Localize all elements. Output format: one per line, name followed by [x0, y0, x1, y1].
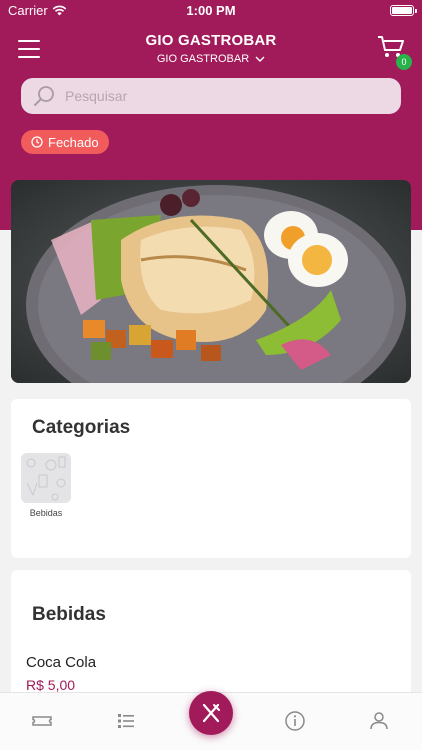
status-time: 1:00 PM — [186, 3, 236, 18]
info-icon — [285, 711, 305, 731]
banner-image[interactable] — [11, 180, 411, 383]
hamburger-icon-line — [18, 56, 40, 58]
search-input[interactable] — [65, 88, 365, 104]
title-wrap: GIO GASTROBAR GIO GASTROBAR — [80, 32, 342, 67]
category-label: Bebidas — [29, 508, 63, 518]
ticket-icon — [32, 716, 52, 726]
cart-button[interactable]: 0 — [376, 34, 412, 70]
store-selector-label: GIO GASTROBAR — [156, 53, 250, 65]
fork-knife-icon — [202, 703, 220, 723]
tab-restaurant[interactable] — [189, 691, 233, 735]
battery-icon — [390, 5, 417, 16]
tab-info[interactable] — [283, 709, 307, 733]
tab-orders[interactable] — [30, 709, 54, 733]
category-thumbnail — [21, 453, 71, 503]
tab-menu[interactable] — [114, 709, 138, 733]
categories-title: Categorias — [32, 417, 131, 438]
product-item[interactable]: Coca Cola R$ 5,00 — [26, 654, 96, 693]
dish-photo — [11, 180, 411, 383]
section-title: Bebidas — [32, 604, 106, 625]
hamburger-icon-line — [18, 48, 40, 50]
store-selector[interactable]: GIO GASTROBAR — [157, 53, 265, 65]
user-icon — [370, 712, 388, 730]
status-bar: Carrier 1:00 PM — [0, 0, 422, 22]
drinks-pattern-icon — [21, 453, 71, 503]
hamburger-icon-line — [18, 40, 40, 42]
menu-button[interactable] — [18, 40, 40, 58]
categories-card: Categorias Bebidas — [11, 399, 411, 558]
page-title: GIO GASTROBAR — [145, 32, 277, 49]
store-status-badge: Fechado — [21, 130, 109, 154]
store-status-label: Fechado — [48, 134, 99, 150]
search-bar[interactable] — [21, 78, 401, 114]
top-bar: GIO GASTROBAR GIO GASTROBAR 0 — [0, 28, 422, 72]
tab-bar — [0, 691, 422, 750]
tab-profile[interactable] — [367, 709, 391, 733]
product-name: Coca Cola — [26, 654, 97, 671]
list-icon — [118, 714, 134, 728]
chevron-down-icon — [255, 56, 265, 62]
clock-icon — [31, 136, 43, 148]
product-price: R$ 5,00 — [26, 677, 76, 693]
cart-count-badge: 0 — [396, 54, 412, 70]
category-item[interactable]: Bebidas — [21, 453, 71, 518]
search-icon — [34, 86, 54, 106]
